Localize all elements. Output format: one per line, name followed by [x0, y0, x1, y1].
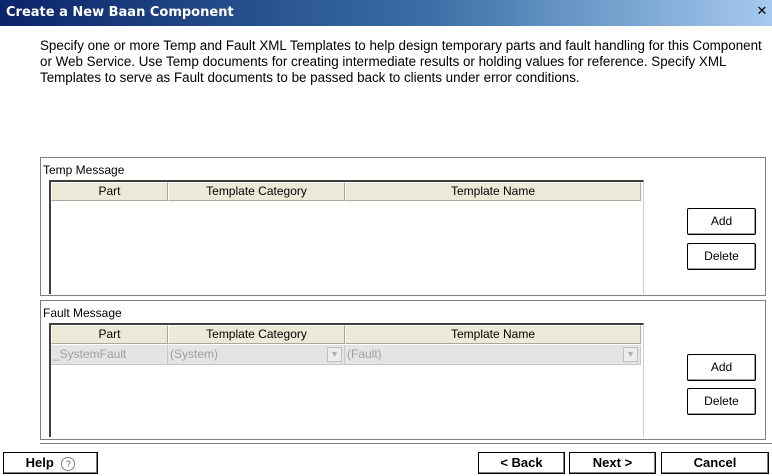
fault-add-button[interactable]: Add: [687, 354, 756, 381]
fault-category-cell: (System) ▼: [168, 345, 345, 365]
help-button-label: Help: [25, 455, 54, 470]
temp-delete-button[interactable]: Delete: [687, 243, 756, 270]
column-header-part[interactable]: Part: [51, 325, 168, 344]
column-header-template-category[interactable]: Template Category: [168, 182, 345, 201]
fault-message-table[interactable]: Part Template Category Template Name _Sy…: [49, 323, 644, 437]
help-button[interactable]: Help ?: [3, 452, 98, 474]
fault-message-legend: Fault Message: [43, 306, 122, 320]
help-circle-icon: ?: [61, 456, 76, 471]
column-header-template-name[interactable]: Template Name: [345, 182, 641, 201]
next-button[interactable]: Next >: [569, 452, 656, 474]
temp-table-header: Part Template Category Template Name: [51, 182, 643, 202]
window-title: Create a New Baan Component: [6, 5, 234, 20]
cancel-button[interactable]: Cancel: [661, 452, 769, 474]
column-header-template-category[interactable]: Template Category: [168, 325, 345, 344]
temp-add-button[interactable]: Add: [687, 208, 756, 235]
fault-category-value: (System): [170, 347, 218, 361]
fault-message-group: Fault Message Part Template Category Tem…: [40, 300, 766, 440]
fault-table-header: Part Template Category Template Name: [51, 325, 643, 345]
fault-part-cell: _SystemFault: [51, 345, 168, 365]
fault-delete-button[interactable]: Delete: [687, 388, 756, 415]
fault-name-cell: (Fault) ▼: [345, 345, 641, 365]
fault-name-value: (Fault): [347, 347, 382, 361]
chevron-down-icon: ▼: [623, 347, 638, 362]
table-row[interactable]: _SystemFault (System) ▼ (Fault) ▼: [51, 345, 641, 365]
title-bar: Create a New Baan Component ✕: [0, 0, 772, 26]
chevron-down-icon: ▼: [327, 347, 342, 362]
temp-message-legend: Temp Message: [43, 163, 125, 177]
footer-divider: [40, 443, 772, 444]
back-button[interactable]: < Back: [478, 452, 565, 474]
temp-message-group: Temp Message Part Template Category Temp…: [40, 157, 766, 296]
close-icon[interactable]: ✕: [754, 4, 770, 20]
column-header-template-name[interactable]: Template Name: [345, 325, 641, 344]
intro-text: Specify one or more Temp and Fault XML T…: [40, 38, 762, 85]
column-header-part[interactable]: Part: [51, 182, 168, 201]
temp-message-table[interactable]: Part Template Category Template Name: [49, 180, 644, 294]
